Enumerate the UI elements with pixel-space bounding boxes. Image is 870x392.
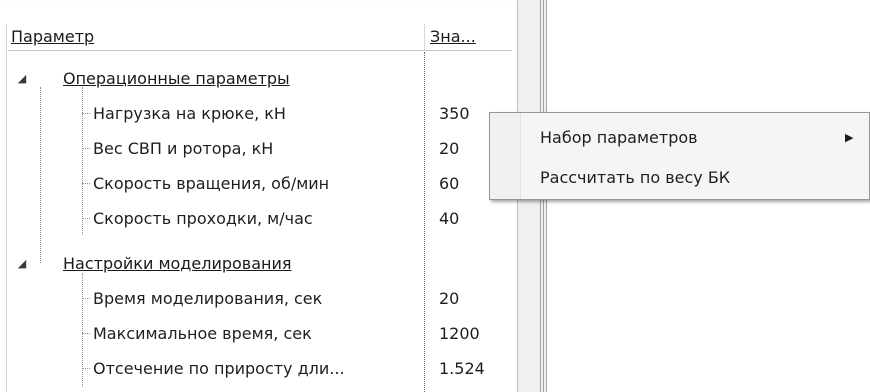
property-label: Максимальное время, сек bbox=[93, 324, 312, 343]
property-label: Вес СВП и ротора, кН bbox=[93, 139, 274, 158]
property-grid: Параметр Зна... ◢ Операционные параметры… bbox=[0, 0, 517, 392]
property-row[interactable]: Вес СВП и ротора, кН 20 bbox=[0, 133, 517, 164]
property-row[interactable]: Время моделирования, сек 20 bbox=[0, 283, 517, 314]
menu-item-label: Набор параметров bbox=[540, 128, 698, 147]
tree-branch bbox=[82, 298, 90, 299]
submenu-arrow-icon: ▶ bbox=[845, 131, 854, 144]
collapse-triangle-icon[interactable]: ◢ bbox=[16, 63, 28, 94]
property-value[interactable]: 1.524 bbox=[439, 353, 485, 384]
tree-branch bbox=[82, 368, 90, 369]
property-value[interactable]: 60 bbox=[439, 168, 459, 199]
header-divider bbox=[8, 50, 512, 51]
property-row[interactable]: Нагрузка на крюке, кН 350 bbox=[0, 98, 517, 129]
property-value[interactable]: 20 bbox=[439, 133, 459, 164]
property-label: Время моделирования, сек bbox=[93, 289, 323, 308]
property-row[interactable]: Скорость проходки, м/час 40 bbox=[0, 203, 517, 234]
category-label: Настройки моделирования bbox=[63, 254, 292, 273]
property-label: Отсечение по приросту дли... bbox=[93, 359, 345, 378]
column-header-value[interactable]: Зна... bbox=[427, 24, 510, 50]
property-value[interactable]: 20 bbox=[439, 283, 459, 314]
collapse-triangle-icon[interactable]: ◢ bbox=[16, 248, 28, 279]
menu-item-label: Рассчитать по весу БК bbox=[540, 168, 731, 187]
category-row-simulation[interactable]: ◢ Настройки моделирования bbox=[0, 248, 517, 279]
menu-item-calc-by-weight[interactable]: Рассчитать по весу БК bbox=[493, 158, 867, 198]
tree-branch bbox=[82, 113, 90, 114]
property-row[interactable]: Максимальное время, сек 1200 bbox=[0, 318, 517, 349]
tree-branch bbox=[82, 218, 90, 219]
tree-branch bbox=[82, 183, 90, 184]
context-menu: Набор параметров ▶ Рассчитать по весу БК bbox=[489, 112, 870, 200]
tree-branch bbox=[82, 333, 90, 334]
column-header-separator[interactable] bbox=[424, 24, 425, 50]
tree-branch bbox=[82, 148, 90, 149]
category-label: Операционные параметры bbox=[63, 69, 290, 88]
property-row[interactable]: Отсечение по приросту дли... 1.524 bbox=[0, 353, 517, 384]
column-header-parameter[interactable]: Параметр bbox=[8, 24, 423, 50]
property-label: Скорость вращения, об/мин bbox=[93, 174, 330, 193]
property-value[interactable]: 1200 bbox=[439, 318, 480, 349]
menu-item-parameter-set[interactable]: Набор параметров ▶ bbox=[493, 118, 867, 158]
category-row-operational[interactable]: ◢ Операционные параметры bbox=[0, 63, 517, 94]
property-value[interactable]: 40 bbox=[439, 203, 459, 234]
property-value[interactable]: 350 bbox=[439, 98, 470, 129]
property-label: Нагрузка на крюке, кН bbox=[93, 104, 286, 123]
property-row[interactable]: Скорость вращения, об/мин 60 bbox=[0, 168, 517, 199]
property-label: Скорость проходки, м/час bbox=[93, 209, 313, 228]
